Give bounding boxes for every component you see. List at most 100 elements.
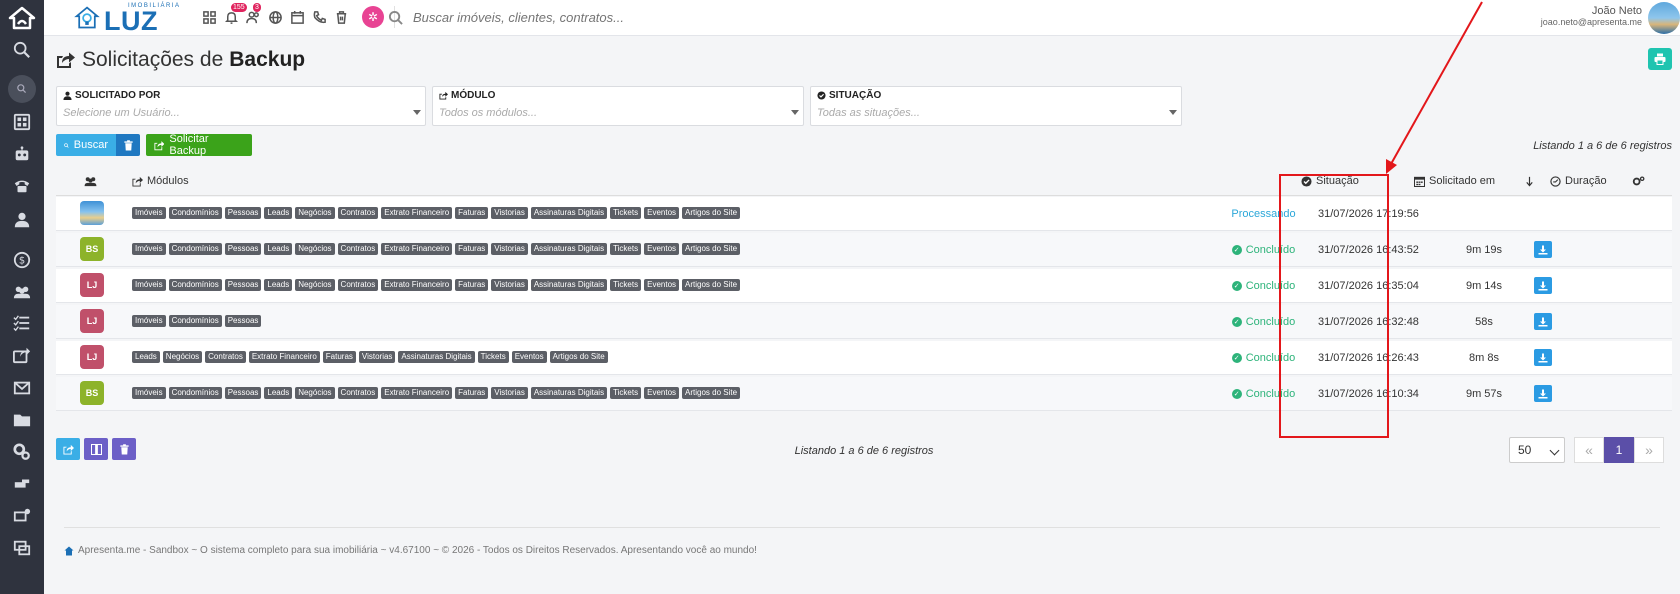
request-backup-button[interactable]: Solicitar Backup [146,133,252,157]
delete-selected-button[interactable] [112,438,136,460]
users-icon[interactable]: 3 [244,3,262,28]
duration: 9m 57s [1465,388,1503,400]
search-icon[interactable] [10,38,34,62]
download-button[interactable] [1534,313,1552,330]
phone-icon[interactable] [10,174,34,198]
user-icon[interactable] [10,208,34,232]
module-tag: Faturas [455,387,489,399]
download-button[interactable] [1534,349,1552,366]
sort-desc-icon[interactable] [1524,166,1535,196]
share-export-icon [62,444,74,455]
check-circle-icon: ✓ [1231,317,1242,327]
advanced-search-icon[interactable] [8,75,36,103]
module-tag: Imóveis [132,315,166,327]
table-row[interactable]: LJ Leads Negócios Contratos Extrato Financei… [56,341,1672,375]
user-email: joao.neto@apresenta.me [1540,17,1642,27]
check-circle-icon: ✓ [1231,353,1242,363]
print-button[interactable] [1648,48,1672,70]
module-tag: Pessoas [224,387,262,399]
table-header: Módulos Situação Solicitado em Duração [56,166,1672,196]
robot-icon[interactable] [10,142,34,166]
table-row[interactable]: LJ Imóveis Condomínios Pessoas Leads Negócios… [56,269,1672,303]
pagination: « 1 » [1574,437,1664,463]
search-button[interactable]: Buscar [56,134,116,156]
table-row[interactable]: BS Imóveis Condomínios Pessoas Leads Negócios… [56,233,1672,267]
header-duration[interactable]: Duração [1550,166,1607,196]
filter-requested-by-placeholder: Selecione um Usuário... [63,107,180,119]
share-export-icon [154,140,165,150]
chat-icon[interactable] [10,536,34,560]
table-row[interactable]: LJ Imóveis Condomínios Pessoas ✓ Concluído 31/… [56,305,1672,339]
header-modules-label: Módulos [147,175,189,187]
module-tag: Faturas [455,243,489,255]
tasks-icon[interactable] [10,311,34,335]
module-tag: Negócios [295,207,335,219]
module-tags: Imóveis Condomínios Pessoas [132,315,262,327]
share-icon[interactable] [10,343,34,367]
module-tag: Assinaturas Digitais [530,279,608,291]
calendar-icon[interactable] [288,6,306,28]
trash-icon[interactable] [332,6,350,28]
user-info[interactable]: João Neto joao.neto@apresenta.me [1541,5,1642,27]
header-modules[interactable]: Módulos [132,166,189,196]
module-tag: Eventos [644,207,680,219]
printer-icon [1654,53,1666,65]
sparkle-icon[interactable]: ✲ [362,6,384,28]
table-row[interactable]: BS Imóveis Condomínios Pessoas Leads Negócios… [56,377,1672,411]
search-icon [64,142,69,148]
columns-button[interactable] [84,438,108,460]
dashboard-icon[interactable] [10,110,34,134]
module-tag: Assinaturas Digitais [530,387,608,399]
module-tag: Leads [264,243,293,255]
people-icon[interactable] [10,280,34,304]
avatar [80,201,104,225]
download-button[interactable] [1534,277,1552,294]
module-tag: Artigos do Site [682,243,741,255]
apps-grid-icon[interactable] [200,6,218,28]
module-tag: Imóveis [132,207,166,219]
mail-icon[interactable] [10,376,34,400]
download-icon [1538,281,1548,290]
share-export-icon [132,176,143,187]
module-tag: Condomínios [168,207,222,219]
listing-count-top: Listando 1 a 6 de 6 registros [1533,140,1672,152]
module-tag: Leads [132,351,160,363]
module-tag: Negócios [295,387,335,399]
finance-icon[interactable]: $ [10,248,34,272]
page-button-current[interactable]: 1 [1604,437,1634,463]
module-tag: Tickets [610,387,642,399]
prev-page-button[interactable]: « [1574,437,1604,463]
bulb-house-icon [74,6,100,29]
filter-status[interactable]: SITUAÇÃO Todas as situações... [810,86,1182,126]
table-row[interactable]: Imóveis Condomínios Pessoas Leads Negócios Co… [56,197,1672,231]
integrations-icon[interactable] [10,472,34,496]
duration: 58s [1475,316,1493,328]
next-page-button[interactable]: » [1634,437,1664,463]
module-tag: Contratos [337,279,379,291]
user-avatar[interactable] [1648,2,1680,34]
notifications-bell-icon[interactable]: 155 [222,3,247,28]
download-button[interactable] [1534,385,1552,402]
header-settings-icon[interactable] [1632,166,1645,196]
module-tag: Tickets [477,351,509,363]
filter-module[interactable]: MÓDULO Todos os módulos... [432,86,804,126]
clear-filters-button[interactable] [116,134,140,156]
globe-icon[interactable] [266,6,284,28]
download-button[interactable] [1534,241,1552,258]
messages-icon[interactable] [10,504,34,528]
settings-icon[interactable] [10,440,34,464]
phone-call-icon[interactable] [310,6,328,28]
calendar-icon [1414,176,1425,187]
brand-logo[interactable]: IMOBILIÁRIA LUZ [74,2,179,36]
module-tag: Pessoas [224,315,262,327]
global-search-input[interactable] [413,9,813,25]
header-requested-at[interactable]: Solicitado em [1414,166,1495,196]
folder-icon[interactable] [10,408,34,432]
check-circle-icon: ✓ [1231,281,1242,291]
filter-requested-by[interactable]: SOLICITADO POR Selecione um Usuário... [56,86,426,126]
per-page-select[interactable]: 50 [1509,437,1565,463]
module-tag: Vistorias [491,207,528,219]
home-logo-icon[interactable] [8,6,36,30]
check-circle-icon: ✓ [1231,245,1242,255]
export-selected-button[interactable] [56,438,80,460]
